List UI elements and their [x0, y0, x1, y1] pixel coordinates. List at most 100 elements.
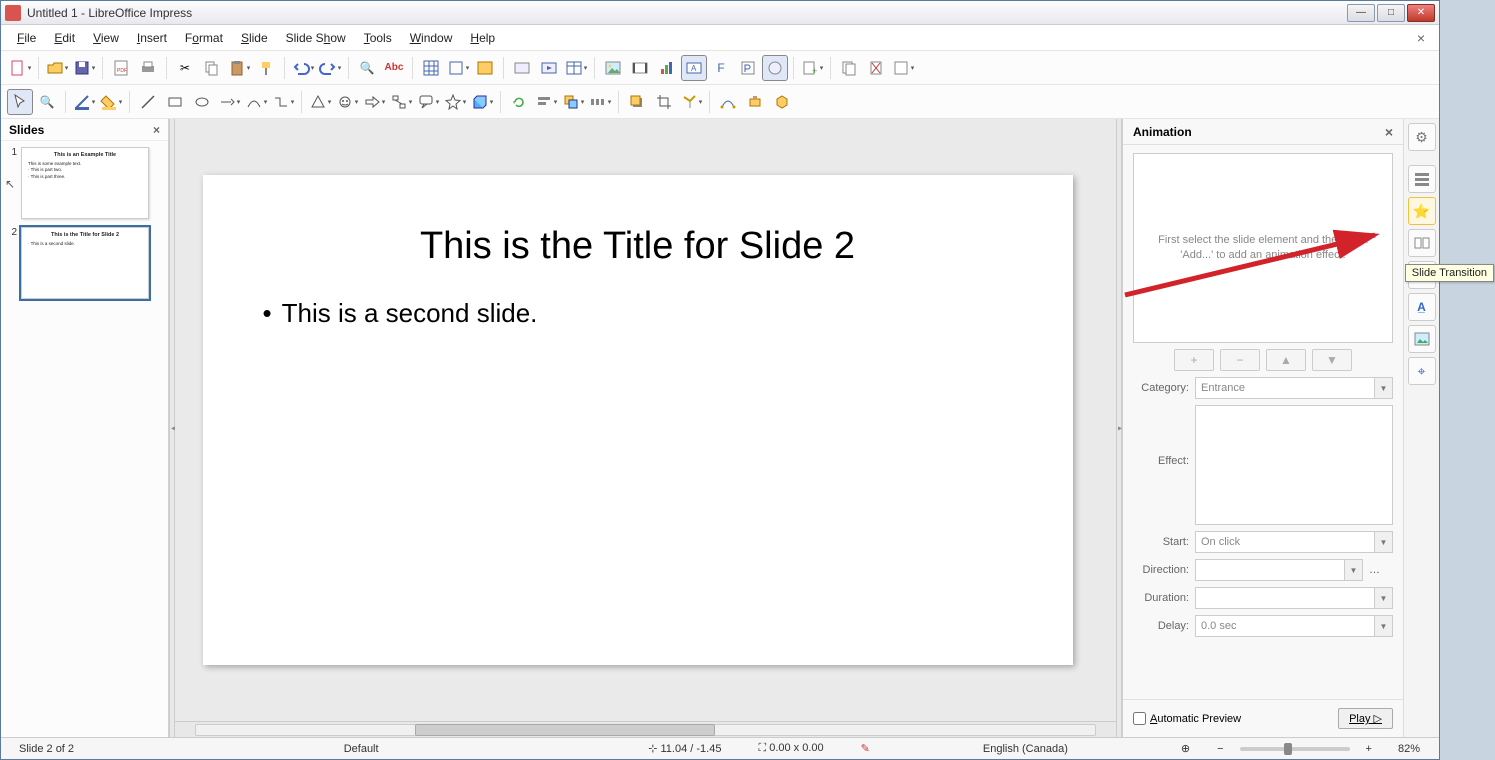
arrow-tool[interactable] [216, 89, 242, 115]
play-button[interactable]: Play ▷ [1338, 708, 1393, 729]
arrange-tool[interactable] [560, 89, 586, 115]
save-button[interactable] [71, 55, 97, 81]
menu-insert[interactable]: Insert [129, 28, 175, 48]
points-tool[interactable] [715, 89, 741, 115]
export-pdf-button[interactable]: PDF [108, 55, 134, 81]
snap-button[interactable] [445, 55, 471, 81]
copy-button[interactable] [199, 55, 225, 81]
move-up-button[interactable]: ▲ [1266, 349, 1306, 371]
remove-effect-button[interactable]: − [1220, 349, 1260, 371]
callout-tool[interactable] [415, 89, 441, 115]
close-animation-panel-icon[interactable]: × [1385, 124, 1393, 140]
status-modified-icon[interactable]: ✎ [851, 742, 881, 755]
hyperlink-button[interactable] [762, 55, 788, 81]
3d-tool[interactable] [469, 89, 495, 115]
zoom-slider[interactable] [1240, 747, 1350, 751]
fontwork-button[interactable] [735, 55, 761, 81]
delay-input[interactable]: 0.0 sec▼ [1195, 615, 1393, 637]
rect-tool[interactable] [162, 89, 188, 115]
document-close-icon[interactable]: × [1411, 28, 1431, 48]
rotate-tool[interactable] [506, 89, 532, 115]
direction-select[interactable]: ▼ [1195, 559, 1363, 581]
new-button[interactable] [7, 55, 33, 81]
spellcheck-button[interactable]: Abc [381, 55, 407, 81]
symbol-shapes-tool[interactable] [334, 89, 360, 115]
status-lang[interactable]: English (Canada) [973, 743, 1079, 755]
auto-preview-checkbox[interactable]: Automatic Preview [1133, 712, 1241, 725]
category-select[interactable]: Entrance▼ [1195, 377, 1393, 399]
splitter-right[interactable]: ▸ [1116, 119, 1122, 737]
stars-tool[interactable] [442, 89, 468, 115]
duplicate-slide-button[interactable] [836, 55, 862, 81]
image-button[interactable] [600, 55, 626, 81]
filter-tool[interactable] [678, 89, 704, 115]
slide-thumb-1[interactable]: 1 This is an Example Title This is some … [7, 147, 162, 219]
gallery-deck-icon[interactable] [1408, 325, 1436, 353]
menu-view[interactable]: View [85, 28, 127, 48]
animation-list[interactable]: First select the slide element and then … [1133, 153, 1393, 343]
special-char-button[interactable]: F [708, 55, 734, 81]
glue-tool[interactable] [742, 89, 768, 115]
flowchart-tool[interactable] [388, 89, 414, 115]
styles-deck-icon[interactable]: A̲ [1408, 293, 1436, 321]
status-master[interactable]: Default [334, 743, 390, 755]
fit-page-icon[interactable]: ⊕ [1171, 742, 1201, 755]
media-button[interactable] [627, 55, 653, 81]
line-color-button[interactable] [71, 89, 97, 115]
menu-file[interactable]: File [9, 28, 44, 48]
menu-tools[interactable]: Tools [356, 28, 400, 48]
canvas-area[interactable]: This is the Title for Slide 2 •This is a… [175, 119, 1116, 721]
curve-tool[interactable] [243, 89, 269, 115]
slide-transition-deck-icon[interactable] [1408, 229, 1436, 257]
chart-button[interactable] [654, 55, 680, 81]
zoom-in-icon[interactable]: + [1366, 743, 1372, 755]
print-button[interactable] [135, 55, 161, 81]
basic-shapes-tool[interactable] [307, 89, 333, 115]
horizontal-scrollbar[interactable] [175, 721, 1116, 737]
ellipse-tool[interactable] [189, 89, 215, 115]
display-views-button[interactable] [472, 55, 498, 81]
start-select[interactable]: On click▼ [1195, 531, 1393, 553]
menu-window[interactable]: Window [402, 28, 461, 48]
minimize-button[interactable]: — [1347, 4, 1375, 22]
duration-select[interactable]: ▼ [1195, 587, 1393, 609]
slide-layout-button[interactable] [890, 55, 916, 81]
new-slide-button[interactable]: + [799, 55, 825, 81]
textbox-button[interactable]: A [681, 55, 707, 81]
menu-help[interactable]: Help [462, 28, 503, 48]
slide-body[interactable]: •This is a second slide. [263, 298, 1013, 329]
distribute-tool[interactable] [587, 89, 613, 115]
table-button[interactable] [563, 55, 589, 81]
align-tool[interactable] [533, 89, 559, 115]
line-tool[interactable] [135, 89, 161, 115]
cut-button[interactable]: ✂ [172, 55, 198, 81]
sidebar-settings-icon[interactable]: ⚙ [1408, 123, 1436, 151]
block-arrows-tool[interactable] [361, 89, 387, 115]
menu-slideshow[interactable]: Slide Show [278, 28, 354, 48]
clone-formatting-button[interactable] [253, 55, 279, 81]
slide-title[interactable]: This is the Title for Slide 2 [263, 225, 1013, 268]
zoom-out-icon[interactable]: − [1217, 743, 1223, 755]
navigator-deck-icon[interactable]: ⌖ [1408, 357, 1436, 385]
menu-edit[interactable]: Edit [46, 28, 83, 48]
properties-deck-icon[interactable] [1408, 165, 1436, 193]
menu-slide[interactable]: Slide [233, 28, 276, 48]
move-down-button[interactable]: ▼ [1312, 349, 1352, 371]
close-panel-icon[interactable]: × [153, 123, 160, 137]
menu-format[interactable]: Format [177, 28, 231, 48]
select-tool[interactable] [7, 89, 33, 115]
animation-deck-icon[interactable]: ⭐ [1408, 197, 1436, 225]
crop-tool[interactable] [651, 89, 677, 115]
grid-button[interactable] [418, 55, 444, 81]
paste-button[interactable] [226, 55, 252, 81]
slides-thumbnails[interactable]: 1 This is an Example Title This is some … [1, 141, 168, 305]
maximize-button[interactable]: □ [1377, 4, 1405, 22]
start-first-button[interactable] [536, 55, 562, 81]
slide-canvas[interactable]: This is the Title for Slide 2 •This is a… [203, 175, 1073, 665]
open-button[interactable] [44, 55, 70, 81]
extrusion-tool[interactable] [769, 89, 795, 115]
connector-tool[interactable] [270, 89, 296, 115]
zoom-tool[interactable]: 🔍 [34, 89, 60, 115]
direction-options-button[interactable]: … [1369, 564, 1393, 576]
redo-button[interactable] [317, 55, 343, 81]
